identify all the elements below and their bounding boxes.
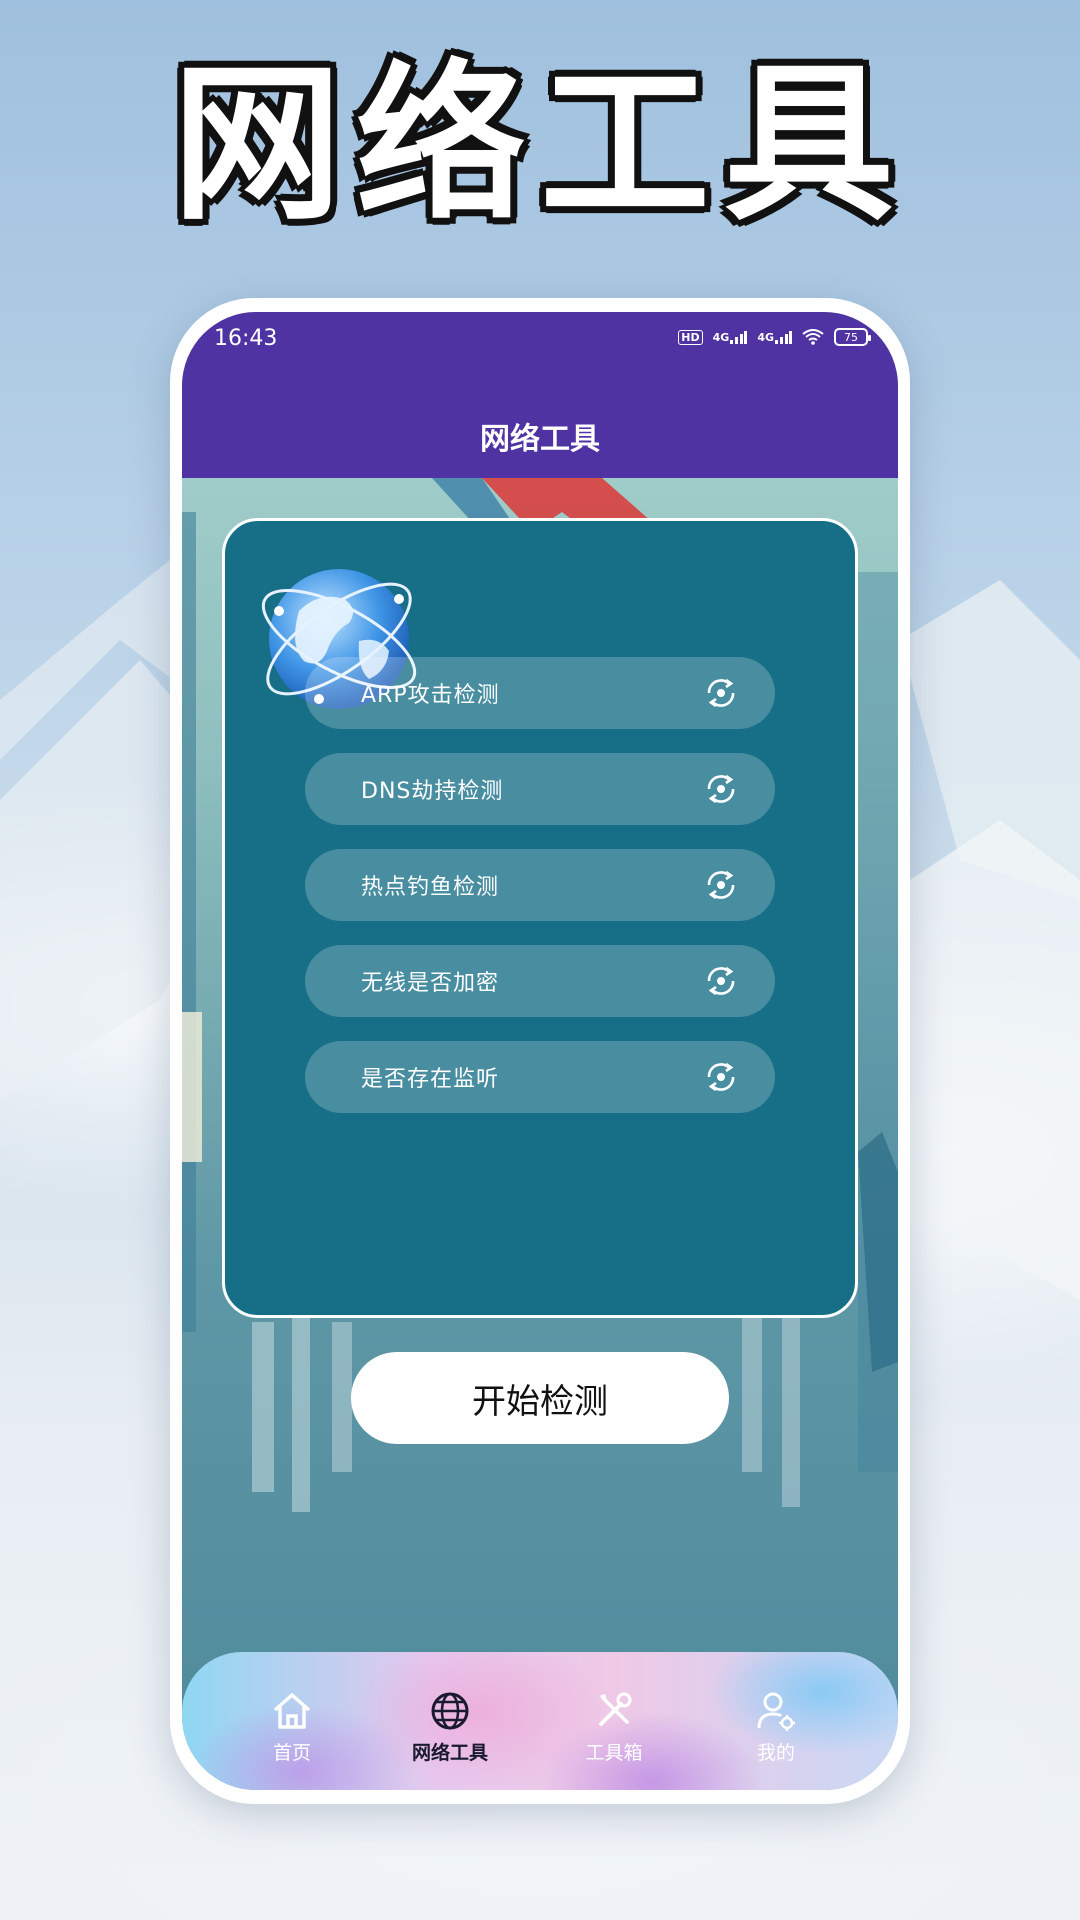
refresh-icon bbox=[707, 678, 735, 708]
tab-label: 我的 bbox=[756, 1742, 795, 1764]
check-label: 热点钓鱼检测 bbox=[361, 875, 500, 900]
check-label: ARP攻击检测 bbox=[361, 683, 500, 708]
signal-icon-sim2: 4G bbox=[757, 330, 792, 344]
tab-label: 网络工具 bbox=[411, 1742, 488, 1764]
refresh-icon bbox=[707, 774, 735, 804]
refresh-icon bbox=[707, 870, 735, 900]
check-item-arp[interactable]: ARP攻击检测 bbox=[305, 657, 775, 729]
check-item-hotspot[interactable]: 热点钓鱼检测 bbox=[305, 849, 775, 921]
check-label: DNS劫持检测 bbox=[361, 779, 504, 804]
bottom-tab-bar: 首页 网络工具 工具箱 我的 bbox=[182, 1652, 898, 1790]
sim1-label: 4G bbox=[712, 330, 730, 344]
tab-mine[interactable]: 我的 bbox=[716, 1688, 836, 1778]
tab-home[interactable]: 首页 bbox=[232, 1688, 352, 1778]
tab-label: 首页 bbox=[272, 1742, 311, 1764]
tab-network-tools[interactable]: 网络工具 bbox=[390, 1688, 510, 1778]
globe-icon bbox=[431, 1692, 469, 1730]
phone-frame: 16:43 HD 4G 4G 75 网络工具 ARP攻击检测 DNS劫持检测 热… bbox=[170, 298, 910, 1804]
status-time: 16:43 bbox=[214, 326, 278, 351]
check-item-dns[interactable]: DNS劫持检测 bbox=[305, 753, 775, 825]
user-settings-icon bbox=[757, 1692, 795, 1731]
check-label: 是否存在监听 bbox=[361, 1067, 500, 1092]
hero-title: 网络工具 bbox=[171, 46, 908, 244]
home-icon bbox=[273, 1693, 311, 1729]
tab-toolbox[interactable]: 工具箱 bbox=[554, 1688, 674, 1778]
sim2-label: 4G bbox=[757, 330, 774, 344]
phone-screen: 16:43 HD 4G 4G 75 网络工具 ARP攻击检测 DNS劫持检测 热… bbox=[182, 312, 898, 1790]
status-icons: HD 4G 4G 75 bbox=[678, 328, 871, 346]
wifi-icon bbox=[802, 329, 824, 345]
start-detection-button[interactable]: 开始检测 bbox=[351, 1352, 729, 1444]
hd-badge: HD bbox=[678, 329, 703, 345]
signal-icon-sim1: 4G bbox=[713, 330, 748, 344]
status-bar: 16:43 HD 4G 4G 75 bbox=[182, 312, 898, 392]
tab-label: 工具箱 bbox=[585, 1742, 643, 1764]
tools-icon bbox=[599, 1692, 632, 1726]
app-bar: 网络工具 bbox=[182, 392, 898, 478]
app-bar-title: 网络工具 bbox=[480, 422, 600, 457]
detection-panel: ARP攻击检测 DNS劫持检测 热点钓鱼检测 无线是否加密 是否存在监听 bbox=[222, 518, 858, 1318]
refresh-icon bbox=[707, 1062, 735, 1092]
battery-icon: 75 bbox=[834, 328, 871, 346]
refresh-icon bbox=[707, 966, 735, 996]
check-item-encryption[interactable]: 无线是否加密 bbox=[305, 945, 775, 1017]
check-label: 无线是否加密 bbox=[361, 971, 500, 996]
check-item-monitoring[interactable]: 是否存在监听 bbox=[305, 1041, 775, 1113]
